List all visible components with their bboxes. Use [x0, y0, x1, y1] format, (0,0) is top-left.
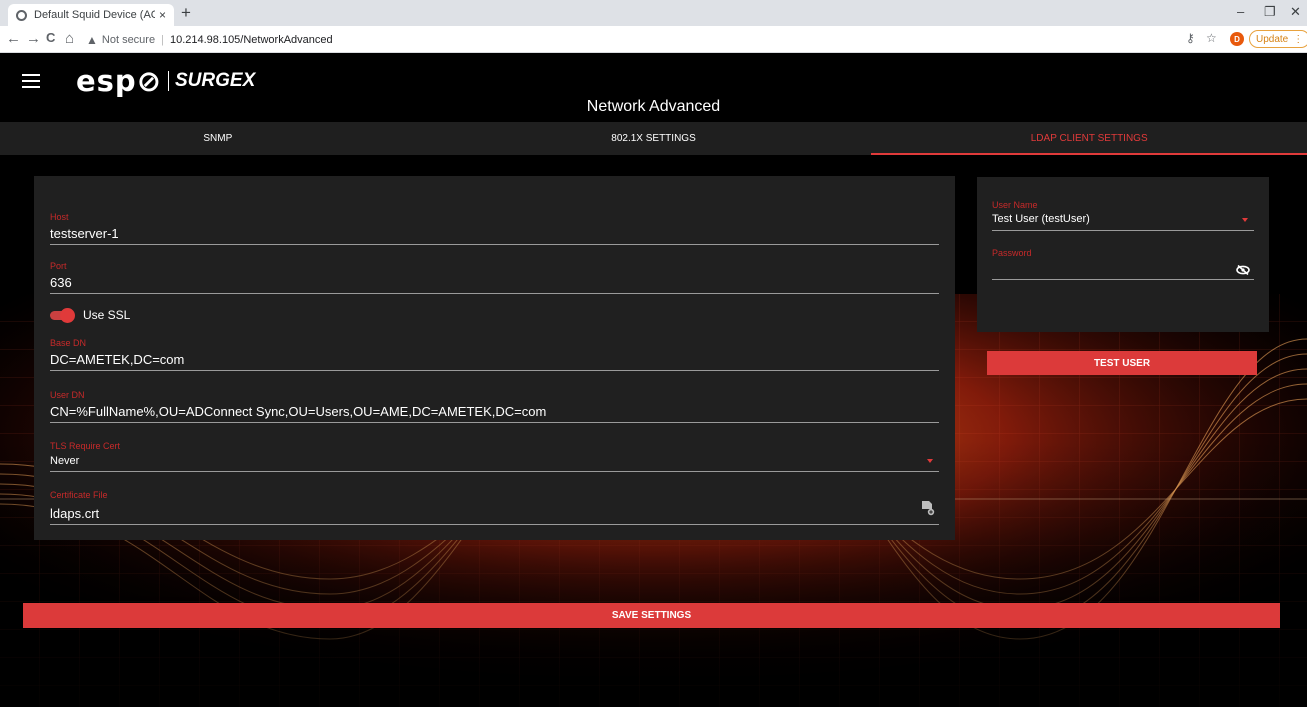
- app-header: esp⊘ SURGEX Network Advanced: [0, 54, 1307, 122]
- key-icon[interactable]: ⚷: [1186, 31, 1195, 45]
- surgex-logo-text: SURGEX: [175, 70, 256, 91]
- tab-8021x-settings[interactable]: 802.1X SETTINGS: [436, 122, 872, 155]
- user-name-value: Test User (testUser): [992, 213, 1090, 225]
- base-dn-label: Base DN: [50, 338, 87, 348]
- more-menu-icon: ⋮: [1293, 33, 1304, 45]
- user-dn-label: User DN: [50, 390, 85, 400]
- toggle-knob: [60, 307, 75, 323]
- browser-tabstrip: Default Squid Device (AC:A6:67:C × + – ❐…: [0, 0, 1307, 26]
- password-underline: [992, 279, 1254, 280]
- user-name-label: User Name: [992, 200, 1038, 210]
- port-underline: [50, 293, 939, 294]
- tls-label: TLS Require Cert: [50, 441, 121, 451]
- password-label: Password: [992, 248, 1032, 258]
- user-dn-underline: [50, 422, 939, 423]
- tab-close-icon[interactable]: ×: [159, 8, 166, 22]
- security-label: Not secure: [101, 33, 156, 46]
- reload-button[interactable]: C: [46, 30, 55, 45]
- port-input[interactable]: 636: [50, 275, 72, 290]
- ldap-settings-card: Host testserver-1 Port 636 Use SSL Base …: [34, 176, 955, 540]
- user-name-select[interactable]: User Name Test User (testUser): [992, 200, 1254, 231]
- user-dn-field[interactable]: User DN CN=%FullName%,OU=ADConnect Sync,…: [50, 390, 939, 423]
- test-user-button[interactable]: TEST USER: [987, 351, 1257, 375]
- tab-ldap-client-settings[interactable]: LDAP CLIENT SETTINGS: [871, 122, 1307, 155]
- use-ssl-toggle[interactable]: Use SSL: [50, 307, 131, 323]
- password-field[interactable]: Password: [992, 248, 1254, 280]
- app-root: esp⊘ SURGEX Network Advanced SNMP 802.1X…: [0, 54, 1307, 707]
- use-ssl-label: Use SSL: [83, 308, 131, 322]
- base-dn-input[interactable]: DC=AMETEK,DC=com: [50, 352, 184, 367]
- certificate-file-input[interactable]: ldaps.crt: [50, 506, 99, 521]
- home-button[interactable]: ⌂: [65, 30, 74, 47]
- forward-button[interactable]: →: [26, 30, 41, 47]
- chevron-down-icon: [927, 459, 933, 463]
- browser-tab-title: Default Squid Device (AC:A6:67:C: [34, 9, 155, 21]
- settings-tabs: SNMP 802.1X SETTINGS LDAP CLIENT SETTING…: [0, 122, 1307, 155]
- url-text: 10.214.98.105/NetworkAdvanced: [169, 33, 333, 46]
- host-field[interactable]: Host testserver-1: [50, 212, 939, 245]
- host-underline: [50, 244, 939, 245]
- window-close-button[interactable]: ✕: [1290, 4, 1301, 20]
- new-tab-button[interactable]: +: [181, 3, 191, 23]
- tls-underline: [50, 471, 939, 472]
- tab-snmp[interactable]: SNMP: [0, 122, 436, 155]
- update-label: Update: [1256, 33, 1289, 45]
- host-label: Host: [50, 212, 69, 222]
- browser-tab[interactable]: Default Squid Device (AC:A6:67:C ×: [8, 4, 174, 26]
- certificate-underline: [50, 524, 939, 525]
- warning-icon: ▲: [86, 32, 98, 47]
- file-upload-icon[interactable]: [921, 500, 935, 516]
- address-bar[interactable]: ▲ Not secure | 10.214.98.105/NetworkAdva…: [86, 30, 333, 49]
- tls-selected-value: Never: [50, 455, 80, 467]
- certificate-file-field[interactable]: Certificate File ldaps.crt: [50, 490, 939, 525]
- user-name-underline: [992, 230, 1254, 231]
- page-title: Network Advanced: [586, 98, 721, 115]
- tls-require-cert-select[interactable]: TLS Require Cert Never: [50, 441, 939, 472]
- address-divider: |: [161, 33, 164, 46]
- menu-icon[interactable]: [22, 74, 40, 88]
- restore-button[interactable]: ❐: [1264, 4, 1276, 20]
- toggle-track: [50, 307, 75, 323]
- base-dn-underline: [50, 370, 939, 371]
- espo-logo-text: esp⊘: [76, 64, 162, 98]
- test-user-card: User Name Test User (testUser) Password …: [977, 177, 1269, 375]
- port-label: Port: [50, 261, 67, 271]
- browser-toolbar: ← → C ⌂ ▲ Not secure | 10.214.98.105/Net…: [0, 26, 1307, 53]
- minimize-button[interactable]: –: [1237, 4, 1244, 19]
- host-input[interactable]: testserver-1: [50, 226, 119, 241]
- base-dn-field[interactable]: Base DN DC=AMETEK,DC=com: [50, 338, 939, 371]
- port-field[interactable]: Port 636: [50, 261, 939, 294]
- update-button[interactable]: Update ⋮: [1249, 30, 1307, 48]
- certificate-file-label: Certificate File: [50, 490, 108, 500]
- profile-avatar[interactable]: D: [1230, 32, 1244, 46]
- back-button[interactable]: ←: [6, 30, 21, 47]
- globe-icon: [16, 9, 27, 21]
- eye-off-icon[interactable]: [1236, 265, 1250, 275]
- chevron-down-icon: [1242, 218, 1248, 222]
- save-settings-button[interactable]: SAVE SETTINGS: [23, 603, 1280, 628]
- brand-logo: esp⊘ SURGEX: [76, 64, 255, 98]
- logo-divider: [168, 71, 169, 91]
- user-dn-input[interactable]: CN=%FullName%,OU=ADConnect Sync,OU=Users…: [50, 404, 546, 419]
- star-icon[interactable]: ☆: [1206, 31, 1217, 45]
